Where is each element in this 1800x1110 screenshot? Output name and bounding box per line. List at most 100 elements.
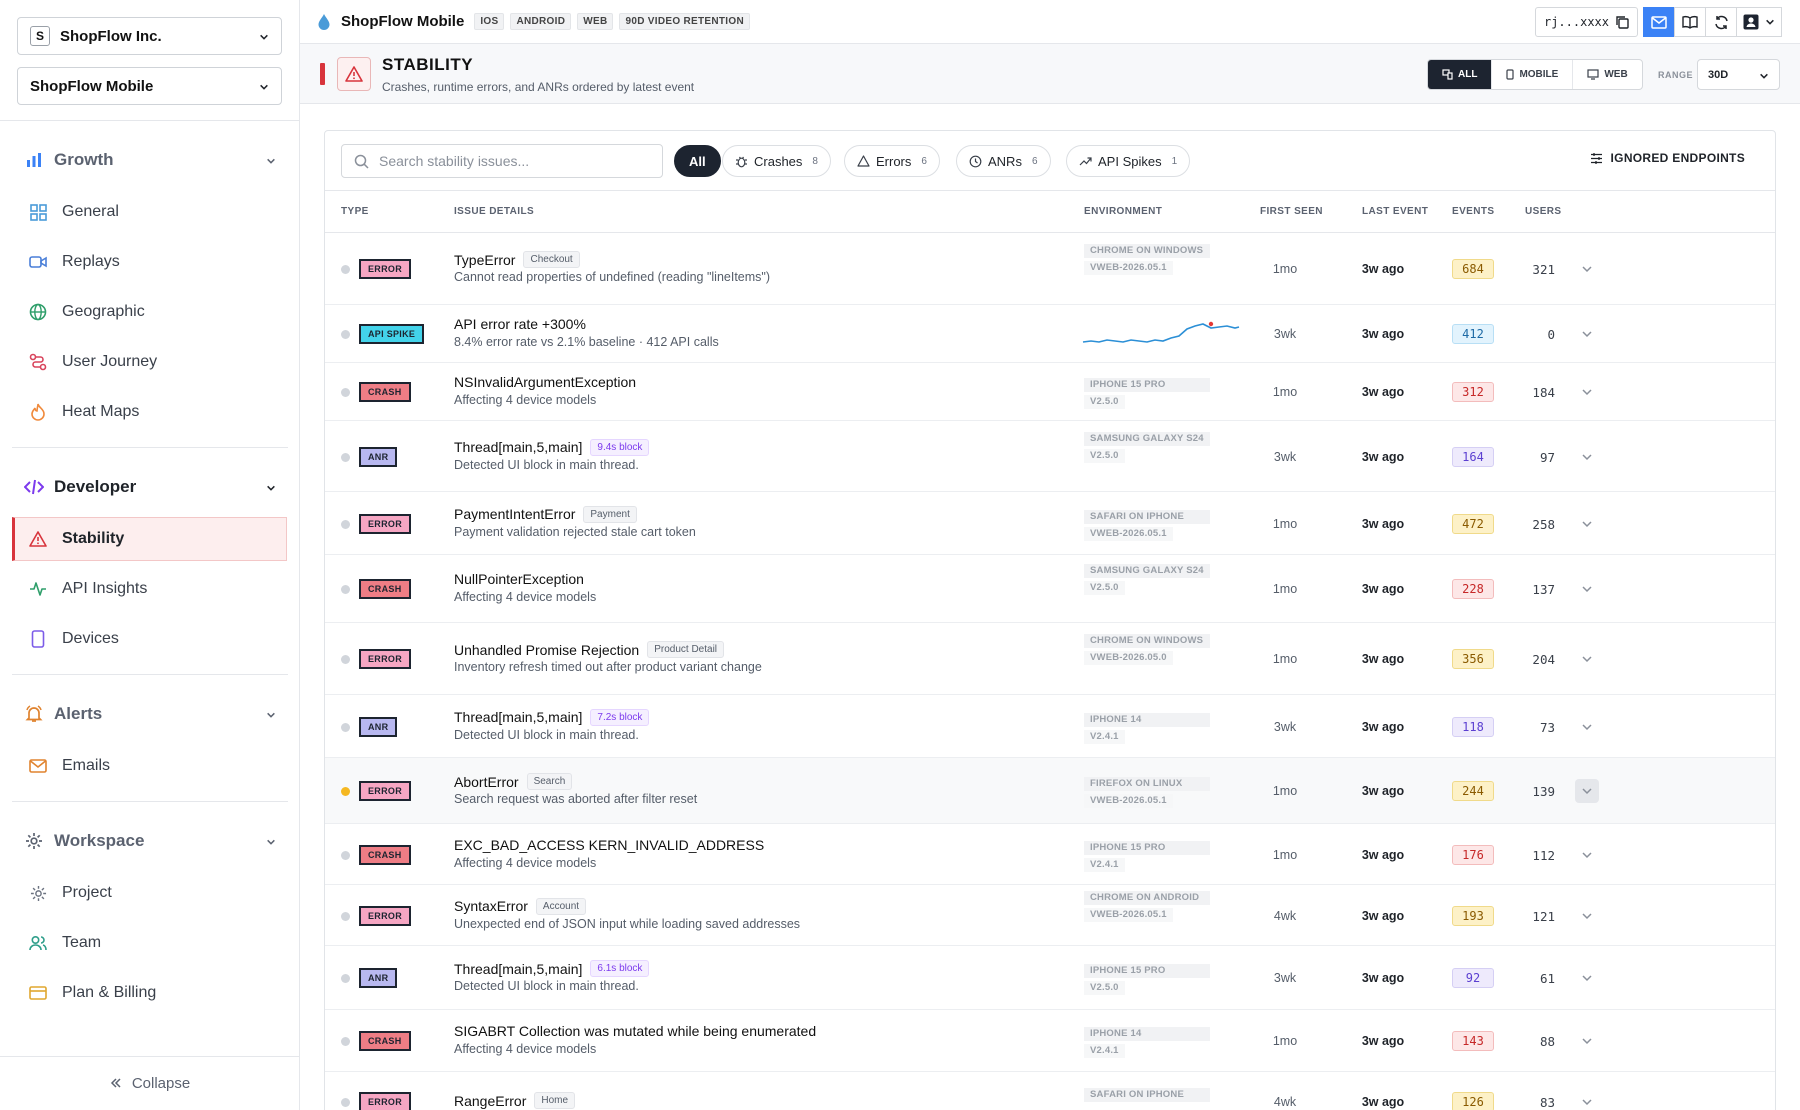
sidebar-item-replays[interactable]: Replays (12, 240, 287, 284)
double-chevron-left-icon (110, 1075, 122, 1092)
table-row[interactable]: ERROR PaymentIntentError Payment Payment va… (325, 492, 1775, 555)
sidebar-item-devices[interactable]: Devices (12, 617, 287, 661)
platform-all-button[interactable]: ALL (1428, 60, 1493, 89)
docs-button[interactable] (1674, 7, 1706, 37)
table-row[interactable]: CRASH SIGABRT Collection was mutated whil… (325, 1010, 1775, 1072)
issue-title[interactable]: Thread[main,5,main] 6.1s block (454, 960, 650, 977)
expand-row-button[interactable] (1575, 904, 1599, 928)
table-row[interactable]: CRASH EXC_BAD_ACCESS KERN_INVALID_ADDRESS… (325, 824, 1775, 885)
filter-errors[interactable]: Errors 6 (844, 145, 940, 177)
table-row[interactable]: CRASH NSInvalidArgumentException Affecting… (325, 363, 1775, 421)
search-input[interactable]: Search stability issues... (341, 144, 663, 178)
sidebar-item-heat-maps[interactable]: Heat Maps (12, 390, 287, 434)
table-row[interactable]: ERROR AbortError Search Search request was … (325, 758, 1775, 824)
expand-row-button[interactable] (1575, 1029, 1599, 1053)
sidebar-item-geographic[interactable]: Geographic (12, 290, 287, 334)
issue-title[interactable]: PaymentIntentError Payment (454, 505, 637, 523)
sidebar-item-team[interactable]: Team (12, 921, 287, 965)
table-row[interactable]: ANR Thread[main,5,main] 6.1s block Detected… (325, 946, 1775, 1010)
expand-row-button[interactable] (1575, 257, 1599, 281)
environment-name: IPHONE 14 (1084, 712, 1210, 727)
issue-tag: 9.4s block (590, 438, 650, 456)
expand-row-button[interactable] (1575, 512, 1599, 536)
issue-title[interactable]: NSInvalidArgumentException (454, 374, 636, 390)
events-count: 92 (1452, 968, 1494, 988)
table-row[interactable]: CRASH NullPointerException Affecting 4 dev… (325, 555, 1775, 623)
api-key-copy[interactable]: rj...xxxx (1534, 7, 1638, 37)
grid-icon (28, 202, 48, 222)
sidebar-item-plan-billing[interactable]: Plan & Billing (12, 971, 287, 1015)
range-select[interactable]: 30D (1697, 59, 1780, 90)
expand-row-button[interactable] (1575, 843, 1599, 867)
issue-title[interactable]: SIGABRT Collection was mutated while bei… (454, 1023, 816, 1039)
environment-name: CHROME ON WINDOWS (1084, 634, 1210, 648)
nav-section-growth[interactable]: Growth (24, 145, 276, 175)
nav-section-alerts[interactable]: Alerts (24, 699, 276, 729)
platform-web-button[interactable]: WEB (1573, 60, 1641, 89)
app-version: V2.4.1 (1084, 729, 1125, 744)
environment-name: FIREFOX ON LINUX (1084, 777, 1210, 791)
environment-cell: CHROME ON WINDOWS VWEB-2026.05.1 (1084, 244, 1210, 275)
nav-section-label: Alerts (54, 704, 103, 723)
issue-title[interactable]: RangeError Home (454, 1092, 576, 1109)
table-row[interactable]: ANR Thread[main,5,main] 9.4s block Detected… (325, 421, 1775, 492)
expand-row-button[interactable] (1575, 1090, 1599, 1110)
filter-all-label: All (689, 153, 706, 169)
expand-row-button[interactable] (1575, 647, 1599, 671)
issue-title[interactable]: Thread[main,5,main] 7.2s block (454, 708, 650, 726)
issue-title[interactable]: SyntaxError Account (454, 897, 587, 915)
table-row[interactable]: ERROR TypeError Checkout Cannot read proper… (325, 233, 1775, 305)
filter-crashes[interactable]: Crashes 8 (722, 145, 831, 177)
nav-section-developer[interactable]: Developer (24, 472, 276, 502)
expand-row-button[interactable] (1575, 966, 1599, 990)
filter-api-spikes[interactable]: API Spikes 1 (1066, 145, 1191, 177)
bar-chart-icon (24, 150, 44, 170)
expand-row-button[interactable] (1575, 380, 1599, 404)
sidebar-item-emails[interactable]: Emails (12, 744, 287, 788)
chevron-down-icon (1582, 266, 1592, 273)
expand-row-button[interactable] (1575, 715, 1599, 739)
chevron-down-icon (1582, 912, 1592, 919)
inbox-button[interactable] (1643, 7, 1675, 37)
issue-title[interactable]: EXC_BAD_ACCESS KERN_INVALID_ADDRESS (454, 837, 764, 853)
project-selector[interactable]: ShopFlow Mobile (17, 67, 282, 105)
sidebar-item-user-journey[interactable]: User Journey (12, 340, 287, 384)
table-row[interactable]: API SPIKE API error rate +300% 8.4% error … (325, 305, 1775, 363)
org-selector[interactable]: S ShopFlow Inc. (17, 17, 282, 55)
account-menu[interactable] (1736, 7, 1782, 37)
table-row[interactable]: ERROR Unhandled Promise Rejection Product … (325, 623, 1775, 695)
sidebar-item-label: Heat Maps (62, 403, 140, 420)
table-row[interactable]: ANR Thread[main,5,main] 7.2s block Detected… (325, 695, 1775, 758)
sidebar-item-general[interactable]: General (12, 190, 287, 234)
issue-title[interactable]: AbortError Search (454, 773, 573, 790)
issue-title[interactable]: Unhandled Promise Rejection Product Detai… (454, 641, 725, 658)
nav-section-workspace[interactable]: Workspace (24, 826, 276, 856)
filter-count: 6 (1031, 155, 1038, 167)
issue-title[interactable]: TypeError Checkout (454, 251, 580, 268)
sidebar-item-project[interactable]: Project (12, 871, 287, 915)
table-row[interactable]: ERROR RangeError Home SAFARI ON IPHONE 4wk 3w… (325, 1072, 1775, 1110)
issue-tag: Home (534, 1092, 576, 1109)
platform-mobile-button[interactable]: MOBILE (1492, 60, 1574, 89)
pulse-icon (28, 579, 48, 599)
sidebar-item-api-insights[interactable]: API Insights (12, 567, 287, 611)
issue-title[interactable]: Thread[main,5,main] 9.4s block (454, 438, 650, 456)
issue-title[interactable]: API error rate +300% (454, 316, 586, 332)
expand-row-button[interactable] (1575, 577, 1599, 601)
chevron-down-icon (1582, 723, 1592, 730)
ignored-endpoints-button[interactable]: IGNORED ENDPOINTS (1590, 151, 1745, 165)
refresh-button[interactable] (1705, 7, 1737, 37)
expand-row-button[interactable] (1575, 445, 1599, 469)
filter-all[interactable]: All (674, 145, 721, 177)
col-type: TYPE (341, 206, 369, 217)
issue-title[interactable]: NullPointerException (454, 571, 584, 587)
sidebar-item-stability[interactable]: Stability (12, 517, 287, 561)
filter-anrs[interactable]: ANRs 6 (956, 145, 1051, 177)
collapse-button[interactable]: Collapse (0, 1056, 300, 1110)
expand-row-button[interactable] (1575, 322, 1599, 346)
type-badge: ERROR (359, 513, 412, 534)
events-count: 244 (1452, 781, 1494, 801)
expand-row-button[interactable] (1575, 779, 1599, 803)
app-version: V2.4.1 (1084, 1044, 1125, 1058)
table-row[interactable]: ERROR SyntaxError Account Unexpected end of… (325, 885, 1775, 946)
